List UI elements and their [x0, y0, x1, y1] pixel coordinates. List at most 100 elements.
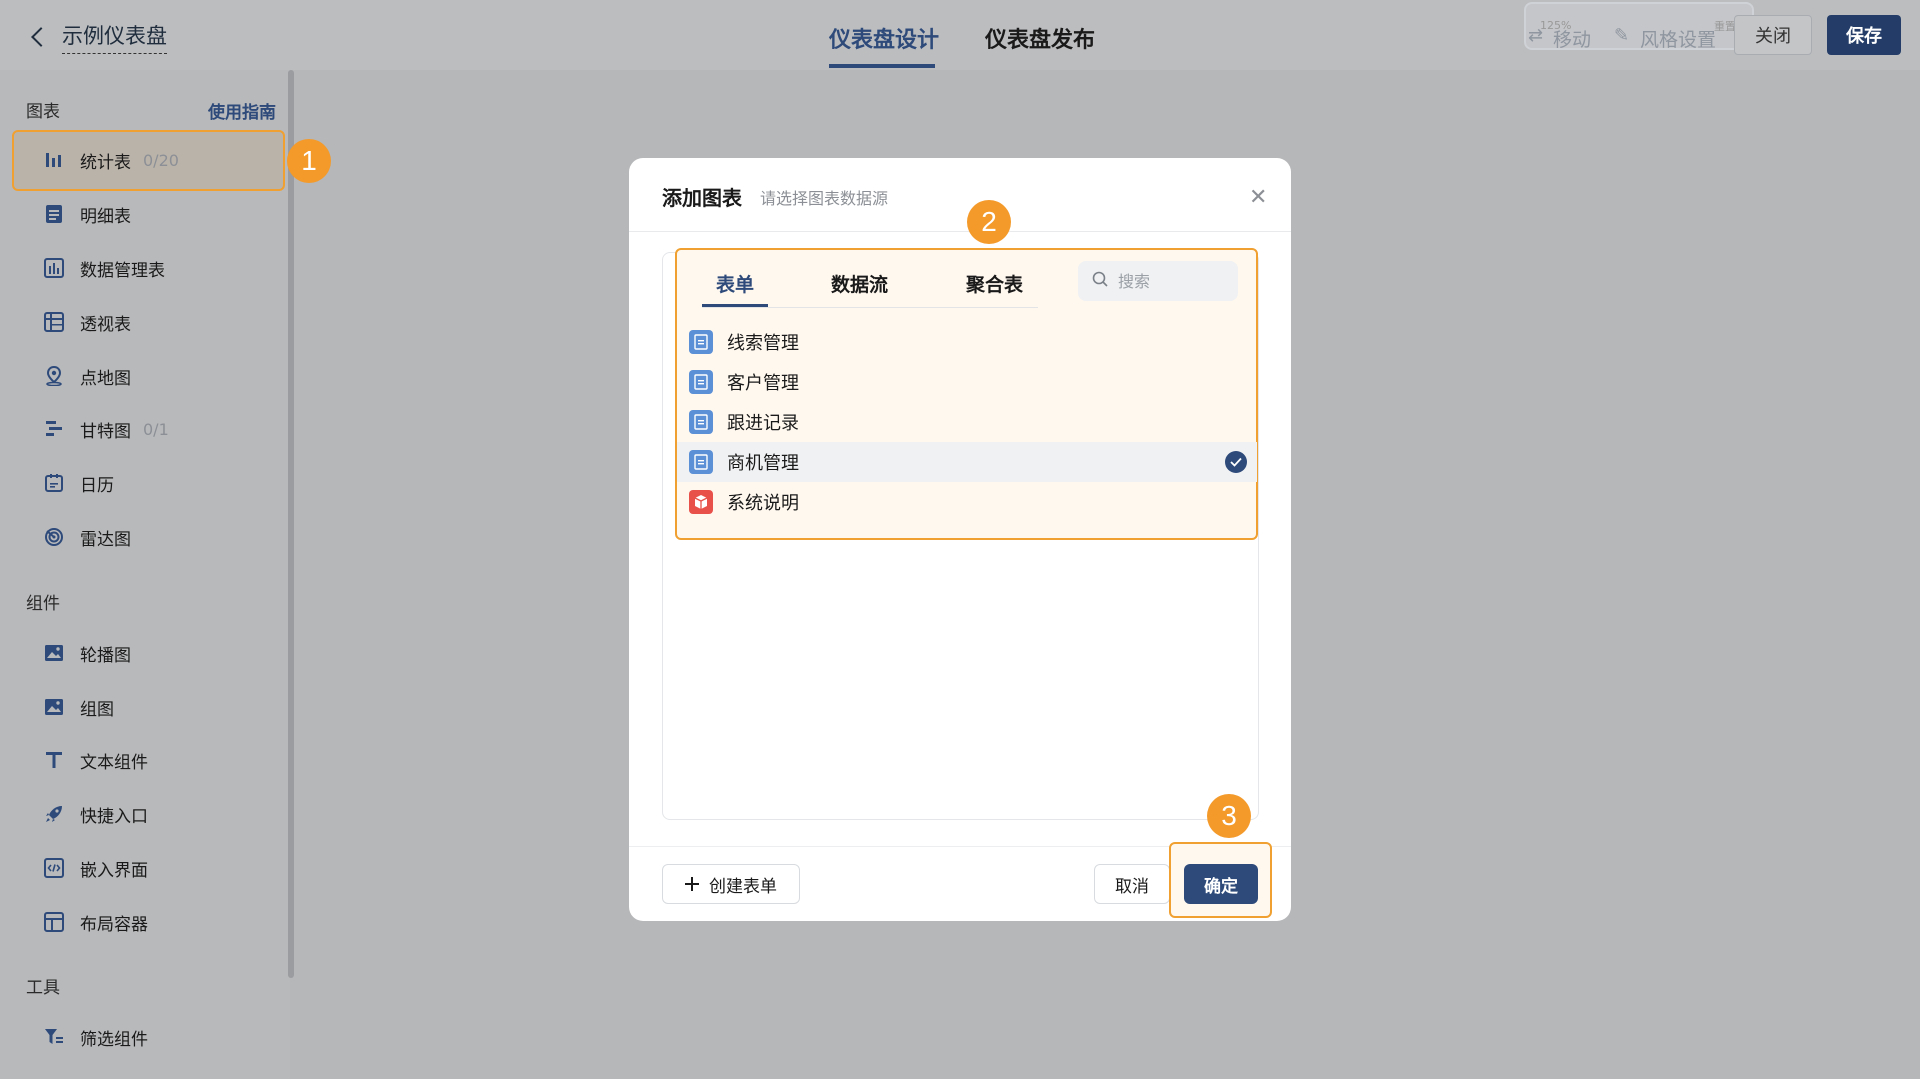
sidebar-item-detail-table[interactable]: 明细表: [12, 189, 284, 239]
reset-button[interactable]: 重置: [1714, 18, 1736, 34]
sidebar-item-data-manage[interactable]: 数据管理表: [12, 243, 284, 293]
sidebar-item-label: 筛选组件: [80, 1029, 148, 1050]
tab-baseline: [702, 307, 1038, 308]
check-icon: [1225, 451, 1247, 473]
sidebar-item-pivot-table[interactable]: 透视表: [12, 297, 284, 347]
sidebar-item-label: 点地图: [80, 368, 131, 389]
step1-badge: 1: [287, 139, 331, 183]
save-button[interactable]: 保存: [1827, 15, 1901, 55]
sidebar-scrollbar[interactable]: [288, 70, 294, 978]
close-button[interactable]: 关闭: [1734, 15, 1812, 55]
create-form-button[interactable]: 创建表单: [662, 864, 800, 904]
step3-badge: 3: [1207, 794, 1251, 838]
sidebar-item-embed[interactable]: 嵌入界面: [12, 843, 284, 893]
list-item[interactable]: 跟进记录: [677, 402, 1257, 442]
text-icon: [44, 750, 64, 770]
radar-icon: [44, 527, 64, 547]
list-item-label: 商机管理: [727, 453, 799, 474]
list-item[interactable]: 线索管理: [677, 322, 1257, 362]
sidebar-item-label: 嵌入界面: [80, 860, 148, 881]
section-tools: 工具: [26, 978, 60, 998]
layout-icon: [44, 912, 64, 932]
sidebar-item-label: 快捷入口: [80, 806, 148, 827]
section-components: 组件: [26, 594, 60, 614]
tab-aggregate[interactable]: 聚合表: [966, 270, 1023, 297]
image-icon: [44, 643, 64, 663]
section-charts: 图表: [26, 102, 60, 122]
image-group-icon: [44, 697, 64, 717]
map-pin-icon: [44, 366, 64, 386]
tab-dashboard-design[interactable]: 仪表盘设计: [829, 22, 939, 54]
tab-dataflow[interactable]: 数据流: [831, 270, 888, 297]
cancel-button[interactable]: 取消: [1094, 864, 1170, 904]
dialog-title: 添加图表: [662, 186, 742, 210]
list-item[interactable]: 客户管理: [677, 362, 1257, 402]
sidebar-item-label: 轮播图: [80, 645, 131, 666]
add-chart-dialog: 添加图表 请选择图表数据源 ✕ 2 表单 数据流 聚合表 线索管理 客户管理 跟…: [629, 158, 1291, 921]
sidebar-item-gantt[interactable]: 甘特图 0/1: [12, 404, 284, 454]
sidebar-item-label: 数据管理表: [80, 260, 165, 281]
code-icon: [44, 858, 64, 878]
sidebar-item-filter[interactable]: 筛选组件: [12, 1012, 284, 1062]
gantt-icon: [44, 419, 64, 439]
sidebar-item-label: 日历: [80, 475, 114, 496]
bar-chart-icon: [44, 150, 64, 170]
sidebar-item-label: 雷达图: [80, 529, 131, 550]
dashboard-title[interactable]: 示例仪表盘: [62, 20, 167, 54]
detail-table-icon: [44, 204, 64, 224]
sidebar-item-shortcut[interactable]: 快捷入口: [12, 789, 284, 839]
sidebar-item-radar[interactable]: 雷达图: [12, 512, 284, 562]
list-item[interactable]: 系统说明: [677, 482, 1257, 522]
tab-forms[interactable]: 表单: [716, 270, 754, 297]
calendar-icon: [44, 473, 64, 493]
confirm-button[interactable]: 确定: [1184, 864, 1258, 904]
sidebar-item-text[interactable]: 文本组件: [12, 735, 284, 785]
sidebar-item-calendar[interactable]: 日历: [12, 458, 284, 508]
move-button[interactable]: 移动: [1553, 25, 1591, 52]
sidebar-item-label: 统计表: [80, 152, 131, 173]
form-doc-icon: [689, 410, 713, 434]
form-doc-icon: [689, 330, 713, 354]
search-input[interactable]: [1118, 271, 1228, 291]
chevron-left-icon: [31, 27, 51, 47]
data-manage-icon: [44, 258, 64, 278]
sidebar-item-label: 甘特图: [80, 421, 131, 442]
search-icon: [1092, 271, 1108, 291]
list-item-label: 客户管理: [727, 373, 799, 394]
usage-count: 0/20: [143, 150, 179, 170]
dialog-subtitle: 请选择图表数据源: [760, 189, 889, 208]
tab-active-indicator: [829, 64, 935, 68]
plus-icon: [685, 877, 699, 891]
filter-icon: [44, 1027, 64, 1047]
sidebar-item-carousel[interactable]: 轮播图: [12, 628, 284, 678]
sidebar-item-label: 布局容器: [80, 914, 148, 935]
tab-active-indicator: [702, 304, 768, 307]
sidebar-item-point-map[interactable]: 点地图: [12, 351, 284, 401]
step2-badge: 2: [967, 200, 1011, 244]
form-doc-icon: [689, 450, 713, 474]
list-item-selected[interactable]: 商机管理: [677, 442, 1257, 482]
move-icon: ⇄: [1528, 25, 1544, 46]
sidebar-item-image-group[interactable]: 组图: [12, 682, 284, 732]
list-item-label: 线索管理: [727, 333, 799, 354]
tab-dashboard-publish[interactable]: 仪表盘发布: [985, 22, 1095, 54]
sidebar-item-stat-table[interactable]: 统计表 0/20: [12, 135, 284, 185]
list-item-label: 系统说明: [727, 493, 799, 514]
guide-link[interactable]: 使用指南: [208, 98, 276, 123]
style-settings-button[interactable]: 风格设置: [1640, 25, 1716, 52]
create-form-label: 创建表单: [709, 876, 777, 897]
divider: [629, 231, 1291, 232]
app-cube-icon: [689, 490, 713, 514]
usage-count: 0/1: [143, 419, 169, 439]
list-item-label: 跟进记录: [727, 413, 799, 434]
sidebar-item-label: 组图: [80, 699, 114, 720]
pivot-table-icon: [44, 312, 64, 332]
rocket-icon: [44, 804, 64, 824]
top-bar: 示例仪表盘 仪表盘设计 仪表盘发布 125% ⇄ 移动 ✎ 风格设置 重置 关闭…: [0, 0, 1920, 70]
back-button[interactable]: 示例仪表盘: [28, 20, 167, 54]
sidebar-item-layout[interactable]: 布局容器: [12, 897, 284, 947]
form-doc-icon: [689, 370, 713, 394]
close-icon[interactable]: ✕: [1249, 185, 1267, 210]
search-box[interactable]: [1078, 261, 1238, 301]
brush-icon: ✎: [1614, 25, 1630, 46]
